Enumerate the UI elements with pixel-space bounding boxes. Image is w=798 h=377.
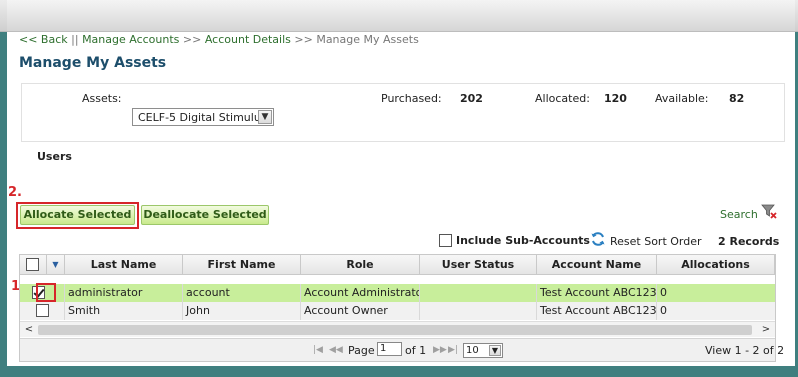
filter-clear-icon[interactable] [761,203,777,219]
column-allocations[interactable]: Allocations [657,255,775,275]
breadcrumb-separator: || [71,33,79,46]
row-select-cell [20,302,65,320]
assets-label: Assets: [82,92,122,105]
scrollbar-thumb[interactable] [38,325,752,335]
cell-account-name: Test Account ABC123 [537,284,657,302]
account-details-link[interactable]: Account Details [205,33,291,46]
next-page-icon[interactable]: ▶▶ [433,345,447,355]
first-page-icon[interactable]: |◀ [313,345,323,355]
page-of-label: of 1 [405,344,427,357]
chevron-down-icon[interactable]: ▼ [258,110,272,124]
column-account-name[interactable]: Account Name [537,255,657,275]
cell-first-name: account [183,284,301,302]
deallocate-selected-button[interactable]: Deallocate Selected [141,205,269,225]
cell-last-name: Smith [65,302,183,320]
column-user-status[interactable]: User Status [420,255,537,275]
column-role[interactable]: Role [301,255,420,275]
page-size-value: 10 [466,345,479,356]
row-checkbox[interactable] [36,304,49,317]
table-row[interactable]: Smith John Account Owner Test Account AB… [20,302,775,320]
sort-indicator[interactable]: ▼ [47,255,65,275]
grid-header: ▼ Last Name First Name Role User Status … [20,255,775,275]
cell-role: Account Owner [301,302,420,320]
cell-account-name: Test Account ABC123 [537,302,657,320]
breadcrumb: << Back || Manage Accounts >> Account De… [19,33,419,46]
users-section-label: Users [37,150,72,163]
cell-role: Account Administrator [301,284,420,302]
row-checkbox-highlight [36,283,56,302]
select-all-checkbox[interactable] [26,258,39,271]
back-link[interactable]: << Back [19,33,68,46]
manage-accounts-link[interactable]: Manage Accounts [82,33,179,46]
cell-allocations: 0 [660,304,667,317]
assets-panel: Assets: CELF-5 Digital Stimulus ▼ Purcha… [21,83,785,142]
main-panel: << Back || Manage Accounts >> Account De… [7,0,795,366]
chevron-down-icon[interactable]: ▼ [489,345,501,356]
page-number-input[interactable]: 1 [377,342,402,356]
panel-header [7,0,795,32]
purchased-label: Purchased: [381,92,442,105]
prev-page-icon[interactable]: ◀◀ [329,345,343,355]
available-value: 82 [729,92,745,105]
cell-last-name: administrator [65,284,183,302]
include-sub-accounts-label: Include Sub-Accounts [456,234,590,247]
cell-first-name: John [183,302,301,320]
breadcrumb-current: Manage My Assets [316,33,419,46]
select-all-cell [20,255,47,275]
step-2-annotation: 2. [8,185,22,200]
pager: |◀ ◀◀ Page 1 of 1 ▶▶ ▶| 10 ▼ View 1 - 2 … [20,338,784,361]
refresh-icon[interactable] [590,231,606,247]
page-title: Manage My Assets [19,55,167,71]
view-range-label: View 1 - 2 of 2 [705,344,785,357]
breadcrumb-separator: >> [294,33,313,46]
column-first-name[interactable]: First Name [183,255,301,275]
purchased-value: 202 [460,92,483,105]
include-sub-accounts-checkbox[interactable] [439,234,452,247]
column-last-name[interactable]: Last Name [65,255,183,275]
allocated-label: Allocated: [535,92,590,105]
scroll-right-icon[interactable]: > [759,323,773,337]
scroll-left-icon[interactable]: < [22,323,36,337]
horizontal-scrollbar[interactable]: < > [20,321,775,337]
cell-allocations: 0 [660,286,667,299]
asset-select[interactable]: CELF-5 Digital Stimulus ▼ [132,108,274,126]
allocate-selected-button[interactable]: Allocate Selected [20,205,135,225]
users-grid: ▼ Last Name First Name Role User Status … [19,254,784,362]
breadcrumb-separator: >> [182,33,202,46]
page-label: Page [348,344,375,357]
last-page-icon[interactable]: ▶| [448,345,458,355]
available-label: Available: [655,92,709,105]
reset-sort-order-link[interactable]: Reset Sort Order [610,235,702,248]
cell-user-status [420,302,537,320]
asset-select-value: CELF-5 Digital Stimulus [138,111,267,124]
cell-user-status [420,284,537,302]
bottom-strip [0,366,798,377]
table-row[interactable]: administrator account Account Administra… [20,284,775,302]
allocated-value: 120 [604,92,627,105]
page-size-select[interactable]: 10 ▼ [463,343,503,358]
search-link[interactable]: Search [720,208,758,221]
records-count: 2 Records [718,235,780,248]
